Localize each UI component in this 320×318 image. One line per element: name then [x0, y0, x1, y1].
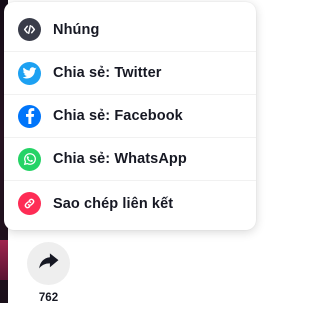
share-button[interactable]: [27, 242, 70, 285]
share-count: 762: [38, 292, 59, 304]
menu-item-embed[interactable]: Nhúng: [4, 2, 256, 52]
share-arrow-icon: [38, 252, 60, 275]
menu-item-label: Sao chép liên kết: [53, 195, 174, 212]
embed-icon: [18, 18, 41, 41]
video-background-accent: [0, 240, 8, 280]
menu-item-label: Chia sẻ: Facebook: [53, 108, 183, 124]
facebook-icon: [18, 104, 41, 128]
menu-item-whatsapp[interactable]: Chia sẻ: WhatsApp: [4, 138, 256, 181]
twitter-icon: [18, 61, 41, 85]
menu-item-label: Chia sẻ: Twitter: [53, 65, 162, 81]
menu-item-copy-link[interactable]: Sao chép liên kết: [4, 181, 256, 226]
menu-item-label: Nhúng: [53, 21, 100, 38]
link-icon: [18, 192, 41, 215]
menu-item-label: Chia sẻ: WhatsApp: [53, 151, 187, 167]
menu-item-twitter[interactable]: Chia sẻ: Twitter: [4, 52, 256, 95]
share-menu: Nhúng Chia sẻ: Twitter Chia sẻ: Facebook…: [4, 2, 256, 230]
whatsapp-icon: [18, 147, 41, 171]
menu-item-facebook[interactable]: Chia sẻ: Facebook: [4, 95, 256, 138]
